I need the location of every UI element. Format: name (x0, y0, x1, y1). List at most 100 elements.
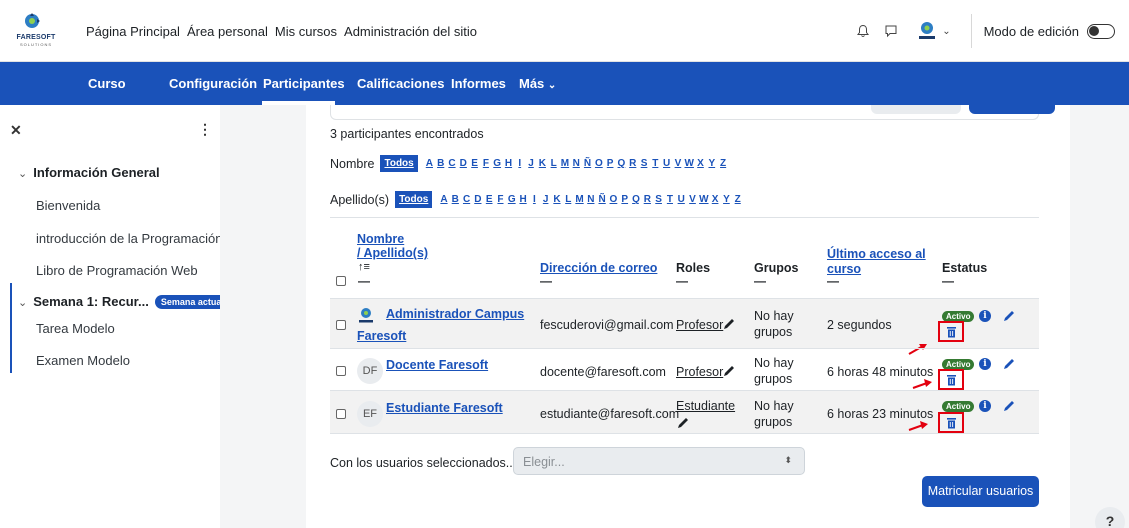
drawer-item-book[interactable]: Libro de Programación Web (36, 263, 198, 278)
initial-letter-link[interactable]: N (585, 194, 596, 205)
initial-letter-link[interactable]: K (551, 194, 562, 205)
unenrol-trash-icon[interactable] (938, 412, 964, 433)
unenrol-trash-icon[interactable] (938, 321, 964, 342)
initial-letter-link[interactable]: Ñ (582, 158, 593, 169)
initial-letter-link[interactable]: Y (721, 194, 732, 205)
column-collapse-icon[interactable]: — (827, 274, 839, 288)
tab-participants[interactable]: Participantes (263, 76, 345, 91)
initial-letter-link[interactable]: W (698, 194, 709, 205)
initial-letter-link[interactable]: I (514, 158, 525, 169)
participant-name[interactable]: Docente Faresoft (386, 358, 488, 372)
initial-letter-link[interactable]: J (540, 194, 551, 205)
initial-letter-link[interactable]: U (661, 158, 672, 169)
drawer-item-welcome[interactable]: Bienvenida (36, 198, 100, 213)
column-collapse-icon[interactable]: — (358, 274, 370, 288)
section-week-1[interactable]: ⌄ Semana 1: Recur... Semana actual (18, 294, 230, 309)
nav-site-admin[interactable]: Administración del sitio (344, 24, 477, 39)
row-checkbox[interactable] (336, 320, 346, 330)
enrol-users-button[interactable]: Matricular usuarios (922, 476, 1039, 507)
initial-letter-link[interactable]: B (435, 158, 446, 169)
initial-letter-link[interactable]: A (424, 158, 435, 169)
initial-letter-link[interactable]: G (506, 194, 517, 205)
participant-name-line2[interactable]: Faresoft (357, 329, 406, 343)
row-checkbox[interactable] (336, 366, 346, 376)
initial-letter-link[interactable]: L (563, 194, 574, 205)
close-icon[interactable]: ✕ (10, 122, 22, 139)
initial-letter-link[interactable]: C (461, 194, 472, 205)
initial-letter-link[interactable]: B (450, 194, 461, 205)
initial-letter-link[interactable]: O (608, 194, 619, 205)
initial-letter-link[interactable]: M (574, 194, 585, 205)
initial-letter-link[interactable]: Q (616, 158, 627, 169)
edit-enrolment-pencil-icon[interactable] (1002, 399, 1016, 413)
notifications-bell-icon[interactable] (854, 22, 872, 40)
info-icon[interactable]: i (979, 400, 991, 412)
initial-letter-link[interactable]: C (446, 158, 457, 169)
last-name-all-button[interactable]: Todos (395, 191, 433, 208)
nav-home[interactable]: Página Principal (86, 24, 180, 39)
column-collapse-icon[interactable]: — (676, 274, 688, 288)
more-options-icon[interactable]: ⋮ (198, 121, 212, 138)
initial-letter-link[interactable]: Ñ (596, 194, 607, 205)
initial-letter-link[interactable]: E (484, 194, 495, 205)
column-header-first-name[interactable]: Nombre (357, 232, 404, 246)
tab-settings[interactable]: Configuración (169, 76, 257, 91)
initial-letter-link[interactable]: R (642, 194, 653, 205)
edit-mode-toggle[interactable] (1087, 23, 1115, 39)
initial-letter-link[interactable]: D (458, 158, 469, 169)
initial-letter-link[interactable]: Y (706, 158, 717, 169)
section-general[interactable]: ⌄ Información General (18, 165, 160, 180)
initial-letter-link[interactable]: D (472, 194, 483, 205)
tab-more[interactable]: Más ⌄ (519, 76, 556, 91)
initial-letter-link[interactable]: Z (732, 194, 743, 205)
tab-grades[interactable]: Calificaciones (357, 76, 444, 91)
initial-letter-link[interactable]: V (672, 158, 683, 169)
column-collapse-icon[interactable]: — (942, 274, 954, 288)
initial-letter-link[interactable]: F (495, 194, 506, 205)
initial-letter-link[interactable]: X (695, 158, 706, 169)
initial-letter-link[interactable]: E (469, 158, 480, 169)
column-collapse-icon[interactable]: — (540, 274, 552, 288)
bulk-action-select[interactable]: Elegir... ⬍ (513, 447, 805, 475)
column-collapse-icon[interactable]: — (754, 274, 766, 288)
drawer-item-assignment[interactable]: Tarea Modelo (36, 321, 115, 336)
chevron-down-icon[interactable]: ⌄ (942, 26, 950, 37)
column-header-last-name[interactable]: / Apellido(s) (357, 246, 428, 260)
initial-letter-link[interactable]: U (676, 194, 687, 205)
filter-clear-button[interactable] (871, 105, 961, 114)
initial-letter-link[interactable]: T (650, 158, 661, 169)
initial-letter-link[interactable]: M (559, 158, 570, 169)
info-icon[interactable]: i (979, 358, 991, 370)
edit-enrolment-pencil-icon[interactable] (1002, 309, 1016, 323)
initial-letter-link[interactable]: J (525, 158, 536, 169)
column-header-last-access[interactable]: Último acceso al (827, 247, 926, 261)
initial-letter-link[interactable]: K (537, 158, 548, 169)
nav-my-courses[interactable]: Mis cursos (275, 24, 337, 39)
initial-letter-link[interactable]: P (619, 194, 630, 205)
participant-name[interactable]: Estudiante Faresoft (386, 401, 503, 415)
drawer-item-exam[interactable]: Examen Modelo (36, 353, 130, 368)
drawer-item-intro[interactable]: introducción de la Programación... (36, 231, 233, 246)
initial-letter-link[interactable]: A (438, 194, 449, 205)
faresoft-logo[interactable]: FARESOFT SOLUTIONS (14, 12, 58, 52)
filter-apply-button[interactable] (969, 105, 1055, 114)
edit-enrolment-pencil-icon[interactable] (1002, 357, 1016, 371)
column-header-email[interactable]: Dirección de correo (540, 261, 657, 275)
tab-reports[interactable]: Informes (451, 76, 506, 91)
messages-chat-icon[interactable] (882, 22, 900, 40)
first-name-all-button[interactable]: Todos (380, 155, 418, 172)
initial-letter-link[interactable]: N (571, 158, 582, 169)
initial-letter-link[interactable]: S (653, 194, 664, 205)
nav-dashboard[interactable]: Área personal (187, 24, 268, 39)
user-avatar[interactable] (916, 20, 938, 42)
unenrol-trash-icon[interactable] (938, 369, 964, 390)
initial-letter-link[interactable]: H (503, 158, 514, 169)
edit-role-pencil-icon[interactable] (722, 317, 736, 331)
row-checkbox[interactable] (336, 409, 346, 419)
edit-role-pencil-icon[interactable] (722, 364, 736, 378)
initial-letter-link[interactable]: I (529, 194, 540, 205)
initial-letter-link[interactable]: W (684, 158, 695, 169)
select-all-checkbox[interactable] (336, 276, 346, 286)
tab-course[interactable]: Curso (88, 76, 126, 91)
initial-letter-link[interactable]: P (604, 158, 615, 169)
